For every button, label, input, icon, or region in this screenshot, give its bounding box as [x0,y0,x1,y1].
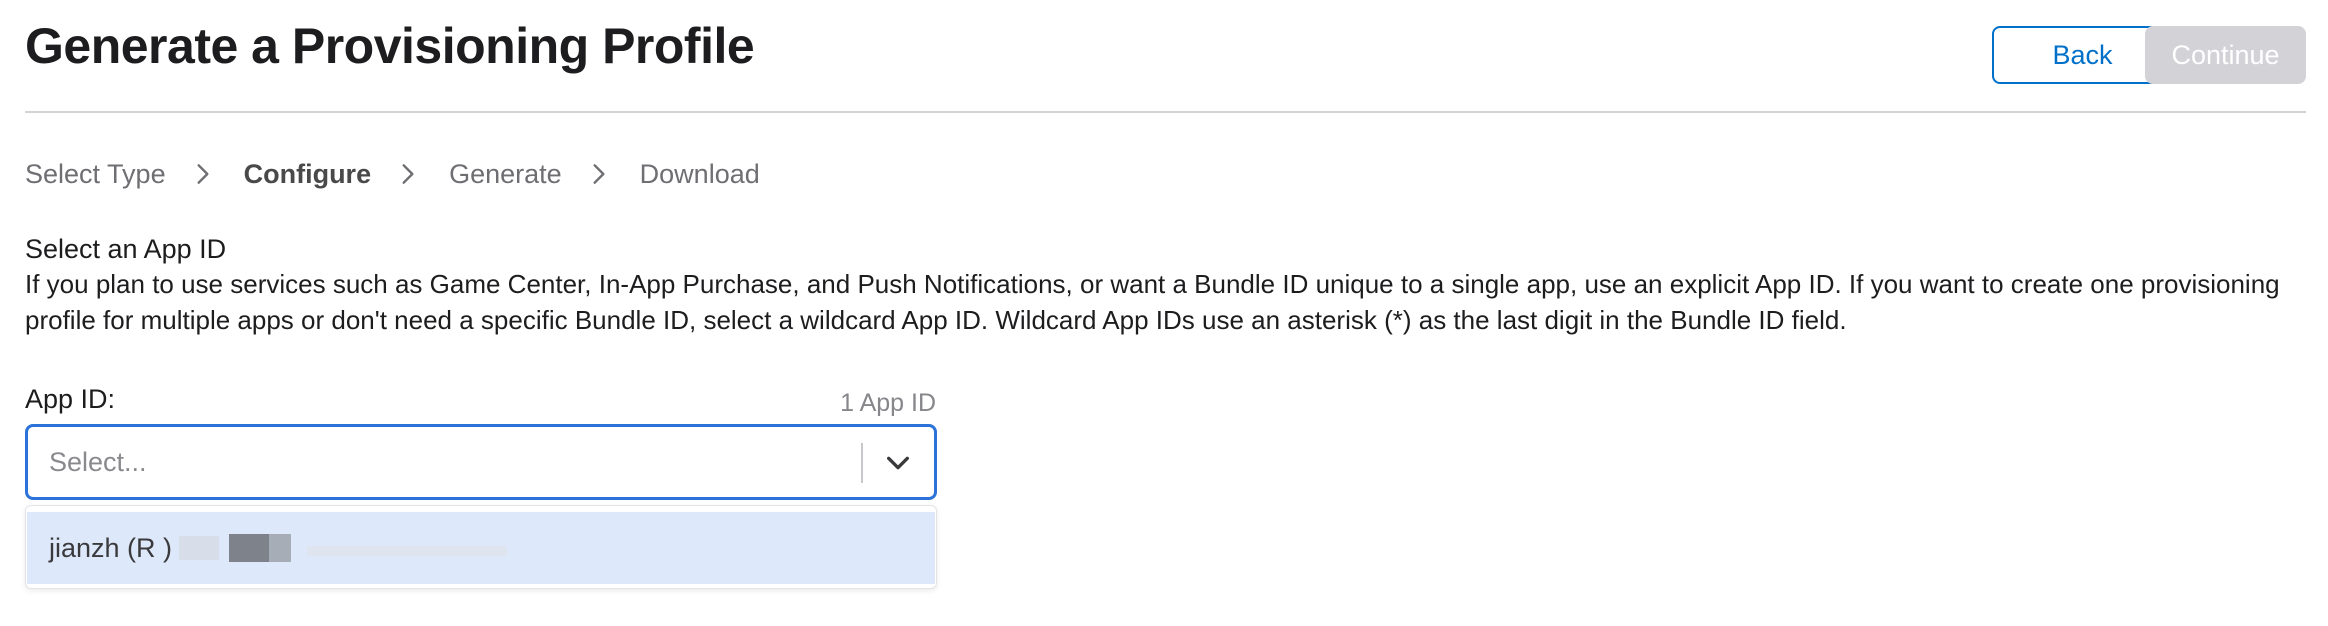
redaction-block [269,534,291,562]
section-description: If you plan to use services such as Game… [25,269,2280,335]
page-title: Generate a Provisioning Profile [25,18,755,74]
chevron-down-icon[interactable] [884,449,912,477]
app-id-dropdown-menu: jianzh (R ) [25,505,937,589]
breadcrumb-step-select-type: Select Type [25,158,166,189]
app-id-option[interactable]: jianzh (R ) [27,512,935,584]
breadcrumb-step-download: Download [639,158,760,189]
select-separator [861,443,863,483]
header-divider [25,111,2306,113]
chevron-right-icon [402,164,414,184]
chevron-right-icon [197,164,209,184]
breadcrumb: Select Type Configure Generate Download [25,154,760,194]
app-id-select-placeholder: Select... [49,447,147,477]
breadcrumb-step-generate: Generate [449,158,562,189]
redaction-block [229,534,269,562]
app-id-option-label: jianzh (R ) [49,533,173,563]
chevron-right-icon [593,164,605,184]
app-id-count: 1 App ID [840,389,936,417]
app-id-label: App ID: [25,384,116,414]
section-title: Select an App ID [25,234,227,264]
redaction-block [307,546,507,556]
breadcrumb-step-configure: Configure [243,158,372,189]
continue-button[interactable]: Continue [2145,26,2306,84]
redaction-block [179,536,219,560]
app-id-select[interactable]: Select... [25,424,937,500]
